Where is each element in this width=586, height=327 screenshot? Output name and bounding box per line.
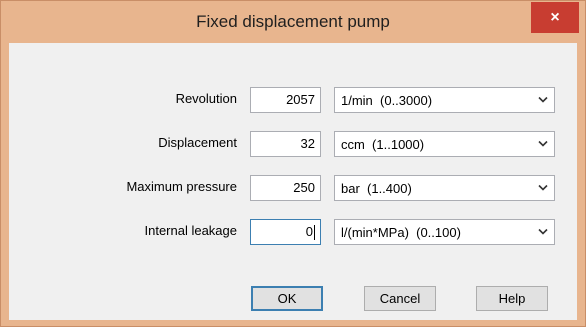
close-button[interactable]: × (531, 2, 579, 33)
displacement-input[interactable]: 32 (250, 131, 321, 157)
field-row-displacement: Displacement 32 ccm (1..1000) (9, 131, 577, 157)
internal-leakage-value: 0 (305, 224, 313, 239)
dialog-title: Fixed displacement pump (196, 12, 390, 31)
internal-leakage-unit-value: l/(min*MPa) (0..100) (341, 225, 461, 240)
field-row-internal-leakage: Internal leakage 0 l/(min*MPa) (0..100) (9, 219, 577, 245)
maximum-pressure-input[interactable]: 250 (250, 175, 321, 201)
displacement-unit-value: ccm (1..1000) (341, 137, 425, 152)
displacement-unit-select[interactable]: ccm (1..1000) (334, 131, 555, 157)
field-row-maximum-pressure: Maximum pressure 250 bar (1..400) (9, 175, 577, 201)
chevron-down-icon (538, 96, 548, 103)
text-caret (314, 225, 315, 241)
field-row-revolution: Revolution 2057 1/min (0..3000) (9, 87, 577, 113)
cancel-button[interactable]: Cancel (364, 286, 436, 311)
internal-leakage-label: Internal leakage (144, 223, 237, 238)
displacement-label: Displacement (158, 135, 237, 150)
revolution-input[interactable]: 2057 (250, 87, 321, 113)
close-icon: × (550, 8, 560, 26)
title-bar[interactable]: Fixed displacement pump × (1, 1, 585, 43)
ok-button[interactable]: OK (251, 286, 323, 311)
maximum-pressure-unit-select[interactable]: bar (1..400) (334, 175, 555, 201)
internal-leakage-input[interactable]: 0 (250, 219, 321, 245)
chevron-down-icon (538, 228, 548, 235)
revolution-unit-value: 1/min (0..3000) (341, 93, 433, 108)
revolution-unit-select[interactable]: 1/min (0..3000) (334, 87, 555, 113)
chevron-down-icon (538, 140, 548, 147)
maximum-pressure-unit-value: bar (1..400) (341, 181, 412, 196)
dialog-body: Revolution 2057 1/min (0..3000) Displace… (9, 43, 577, 320)
chevron-down-icon (538, 184, 548, 191)
revolution-label: Revolution (175, 91, 237, 106)
maximum-pressure-label: Maximum pressure (126, 179, 237, 194)
help-button[interactable]: Help (476, 286, 548, 311)
internal-leakage-unit-select[interactable]: l/(min*MPa) (0..100) (334, 219, 555, 245)
dialog-window: Fixed displacement pump × Revolution 205… (0, 0, 586, 327)
